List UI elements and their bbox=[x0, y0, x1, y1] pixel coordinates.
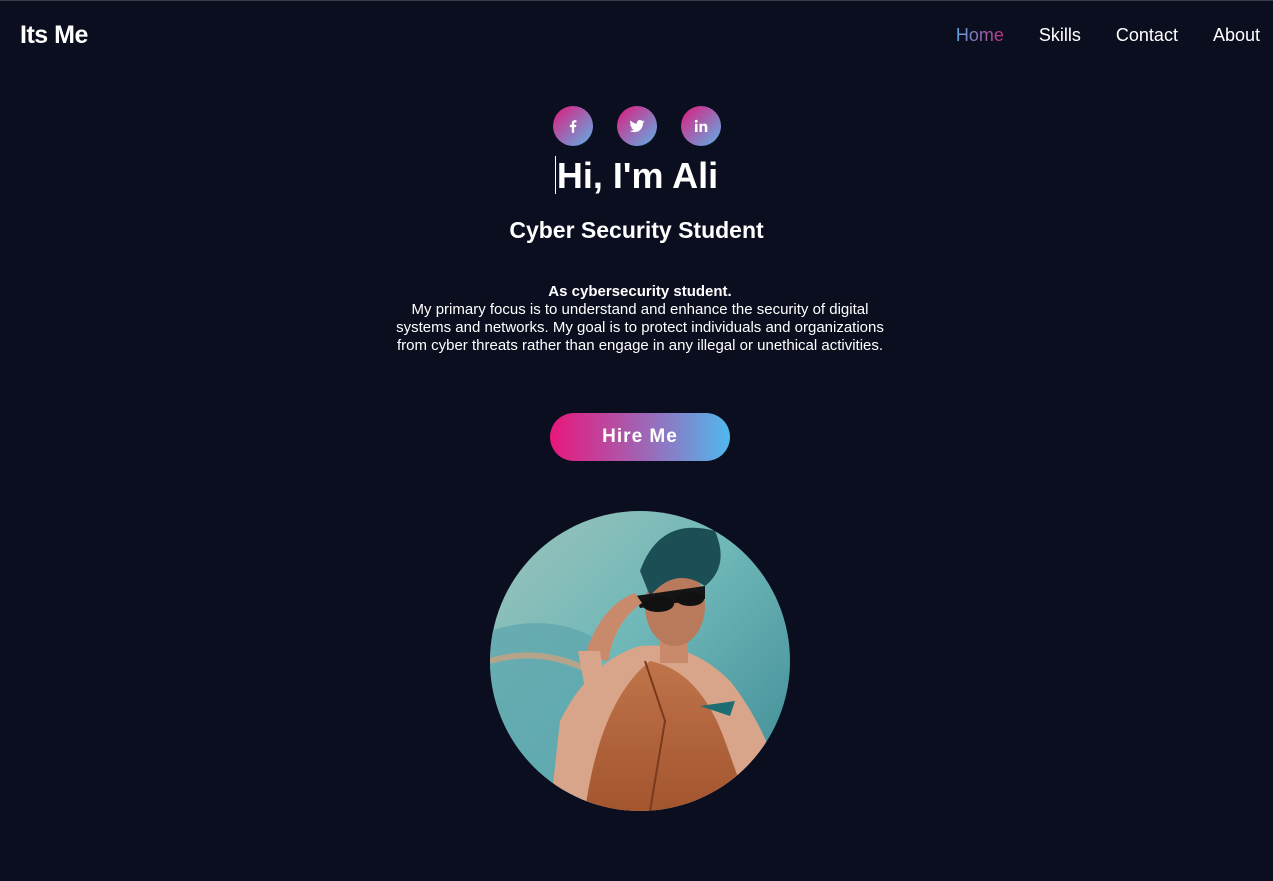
nav-links: Home Skills Contact About bbox=[956, 25, 1260, 46]
hero-role: Cyber Security Student bbox=[509, 217, 764, 243]
top-nav: Its Me Home Skills Contact About bbox=[0, 1, 1273, 71]
twitter-icon bbox=[629, 120, 644, 133]
profile-photo-image bbox=[490, 511, 790, 811]
description-body: My primary focus is to understand and en… bbox=[396, 301, 884, 354]
linkedin-link[interactable] bbox=[680, 106, 721, 146]
typing-caret bbox=[554, 156, 556, 194]
hero-description: As cybersecurity student. My primary foc… bbox=[386, 283, 894, 355]
greeting-text: Hi, I'm Ali bbox=[556, 155, 719, 196]
brand-logo[interactable]: Its Me bbox=[20, 21, 88, 50]
nav-link-skills[interactable]: Skills bbox=[1039, 25, 1081, 46]
nav-link-about[interactable]: About bbox=[1213, 25, 1260, 46]
facebook-icon bbox=[569, 120, 576, 133]
profile-photo bbox=[490, 511, 790, 811]
description-lead: As cybersecurity student. bbox=[548, 283, 732, 300]
nav-link-contact[interactable]: Contact bbox=[1116, 25, 1178, 46]
hero-greeting: Hi, I'm Ali bbox=[0, 155, 1273, 197]
facebook-link[interactable] bbox=[552, 106, 593, 146]
twitter-link[interactable] bbox=[616, 106, 657, 146]
linkedin-icon bbox=[694, 119, 707, 132]
hire-me-button[interactable]: Hire Me bbox=[550, 413, 730, 461]
nav-link-home[interactable]: Home bbox=[956, 25, 1004, 46]
social-links bbox=[0, 106, 1273, 146]
